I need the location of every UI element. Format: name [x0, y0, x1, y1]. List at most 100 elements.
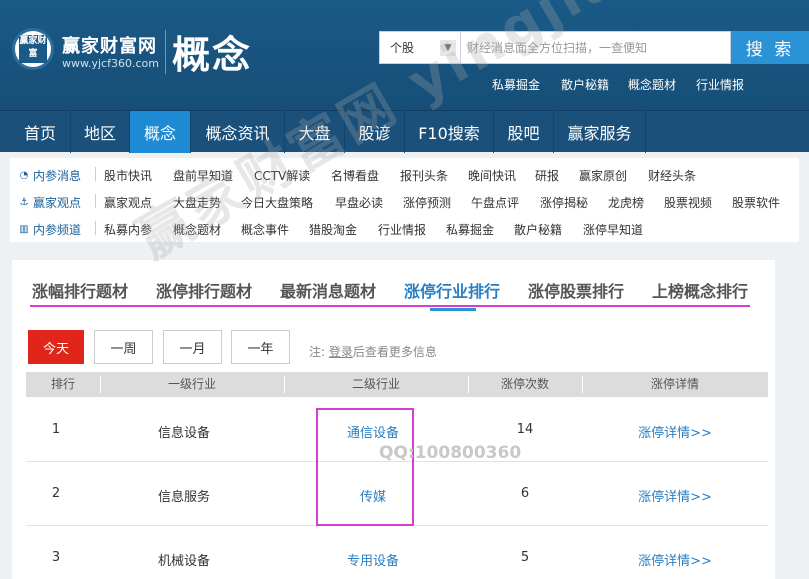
header-link-private-fund[interactable]: 私募掘金 [492, 76, 540, 93]
cell-level2-link[interactable]: 专用设备 [308, 550, 438, 569]
logo-icon[interactable]: 赢家财富 [12, 28, 54, 70]
cell-rank: 2 [51, 486, 61, 501]
nav-item-concept[interactable]: 概念 [130, 111, 191, 153]
subnav-link[interactable]: 涨停预测 [403, 194, 451, 211]
nav-item-stock-forum[interactable]: 股吧 [494, 111, 554, 153]
annotation-box [316, 408, 414, 526]
subnav-link[interactable]: 龙虎榜 [608, 194, 644, 211]
subnav-link[interactable]: 股票视频 [664, 194, 712, 211]
search-type-value: 个股 [390, 41, 415, 55]
logo-badge-text: 赢家财富 [19, 35, 47, 63]
subnav-link[interactable]: 早盘必读 [335, 194, 383, 211]
anchor-icon: ⚓ [19, 196, 29, 208]
nav-item-f10-search[interactable]: F10搜索 [405, 111, 494, 153]
cell-rank: 3 [51, 550, 61, 565]
subnav-link[interactable]: 概念题材 [173, 221, 221, 238]
subnav-link[interactable]: 名博看盘 [331, 167, 379, 184]
subnav-link[interactable]: 私募内参 [104, 221, 152, 238]
section-title: 概念 [172, 33, 253, 77]
subnav-link[interactable]: 赢家观点 [104, 194, 152, 211]
cell-level1: 信息设备 [157, 426, 210, 441]
subnav-link[interactable]: 概念事件 [241, 221, 289, 238]
period-today-button[interactable]: 今天 [28, 330, 84, 364]
col-header-count: 涨停次数 [500, 377, 549, 391]
detail-link[interactable]: 涨停详情>> [582, 550, 768, 569]
divider [95, 167, 96, 181]
subnav-link[interactable]: 涨停揭秘 [540, 194, 588, 211]
logo-name[interactable]: 赢家财富网 [62, 32, 157, 58]
col-header-rank: 排行 [50, 377, 75, 391]
nav-item-proverbs[interactable]: 股谚 [345, 111, 405, 153]
subnav-label[interactable]: ◔ 内参消息 [18, 167, 81, 184]
subnav-label[interactable]: ⚓ 赢家观点 [18, 194, 82, 211]
login-note: 注: 登录后查看更多信息 [309, 345, 437, 359]
subnav-link[interactable]: 股票软件 [732, 194, 780, 211]
subnav-link[interactable]: 盘前早知道 [173, 167, 233, 184]
subnav-link[interactable]: 报刊头条 [400, 167, 448, 184]
period-year-button[interactable]: 一年 [231, 330, 290, 364]
login-link[interactable]: 登录 [329, 345, 353, 359]
search-type-select[interactable]: 个股 ▼ [379, 31, 461, 64]
logo-url: www.yjcf360.com [62, 57, 159, 70]
sub-nav: ◔ 内参消息 股市快讯 盘前早知道 CCTV解读 名博看盘 报刊头条 晚间快讯 研… [10, 158, 799, 242]
subnav-link[interactable]: 散户秘籍 [514, 221, 562, 238]
header-link-concept-topics[interactable]: 概念题材 [628, 76, 676, 93]
subnav-link[interactable]: 涨停早知道 [583, 221, 643, 238]
nav-item-region[interactable]: 地区 [71, 111, 130, 153]
cell-level1: 信息服务 [157, 490, 210, 505]
nav-item-market[interactable]: 大盘 [285, 111, 345, 153]
pie-icon: ◔ [19, 169, 29, 181]
header-link-retail-secrets[interactable]: 散户秘籍 [561, 76, 609, 93]
cell-count: 6 [520, 486, 530, 501]
cell-count: 5 [520, 550, 530, 565]
period-month-button[interactable]: 一月 [163, 330, 222, 364]
detail-link[interactable]: 涨停详情>> [582, 486, 768, 505]
search-input[interactable]: 财经消息面全方位扫描，一查便知 [461, 31, 731, 64]
tab-limit-up-topics[interactable]: 涨停排行题材 [156, 278, 252, 302]
subnav-link[interactable]: 今日大盘策略 [241, 194, 313, 211]
active-tab-indicator [430, 308, 476, 311]
chevron-down-icon[interactable]: ▼ [440, 40, 456, 56]
search-placeholder: 财经消息面全方位扫描，一查便知 [467, 41, 648, 55]
subnav-row-insider-channel: ▥ 内参频道 私募内参 概念题材 概念事件 猎股淘金 行业情报 私募掘金 散户秘籍… [10, 215, 799, 242]
subnav-link[interactable]: 股市快讯 [104, 167, 152, 184]
tab-listed-concepts[interactable]: 上榜概念排行 [652, 278, 748, 302]
subnav-link[interactable]: 私募掘金 [446, 221, 494, 238]
col-header-level2: 二级行业 [351, 377, 400, 391]
divider [95, 221, 96, 235]
table-header: 排行 一级行业 二级行业 涨停次数 涨停详情 [26, 372, 768, 397]
tab-limit-up-industry[interactable]: 涨停行业排行 [404, 278, 500, 302]
subnav-link[interactable]: 猎股淘金 [309, 221, 357, 238]
nav-item-winner-service[interactable]: 赢家服务 [554, 111, 646, 153]
cell-count: 14 [516, 422, 534, 437]
subnav-link[interactable]: 行业情报 [378, 221, 426, 238]
table-row: 3 机械设备 专用设备 5 涨停详情>> [26, 526, 768, 579]
ranking-panel: 涨幅排行题材 涨停排行题材 最新消息题材 涨停行业排行 涨停股票排行 上榜概念排… [12, 260, 775, 579]
subnav-label[interactable]: ▥ 内参频道 [18, 221, 81, 238]
subnav-link[interactable]: 研报 [535, 167, 559, 184]
annotation-underline [30, 305, 750, 307]
nav-item-concept-news[interactable]: 概念资讯 [191, 111, 285, 153]
main-nav: 首页 地区 概念 概念资讯 大盘 股谚 F10搜索 股吧 赢家服务 [0, 110, 809, 153]
search-button[interactable]: 搜 索 [731, 31, 809, 64]
subnav-link[interactable]: 晚间快讯 [468, 167, 516, 184]
subnav-link[interactable]: CCTV解读 [254, 167, 310, 184]
header-link-industry-intel[interactable]: 行业情报 [696, 76, 744, 93]
logo-divider [165, 30, 166, 74]
tab-limit-up-stocks[interactable]: 涨停股票排行 [528, 278, 624, 302]
period-week-button[interactable]: 一周 [94, 330, 153, 364]
tab-latest-news-topics[interactable]: 最新消息题材 [280, 278, 376, 302]
subnav-link[interactable]: 大盘走势 [173, 194, 221, 211]
nav-item-home[interactable]: 首页 [10, 111, 71, 153]
cell-level1: 机械设备 [157, 554, 210, 569]
cell-rank: 1 [51, 422, 61, 437]
subnav-row-winner-views: ⚓ 赢家观点 赢家观点 大盘走势 今日大盘策略 早盘必读 涨停预测 午盘点评 涨停… [10, 188, 799, 215]
subnav-link[interactable]: 赢家原创 [579, 167, 627, 184]
watermark-qq: QQ:100800360 [379, 443, 522, 463]
detail-link[interactable]: 涨停详情>> [582, 422, 768, 441]
col-header-level1: 一级行业 [167, 377, 216, 391]
col-header-detail: 涨停详情 [650, 377, 699, 391]
tab-gain-topics[interactable]: 涨幅排行题材 [32, 278, 128, 302]
subnav-link[interactable]: 午盘点评 [471, 194, 519, 211]
subnav-link[interactable]: 财经头条 [648, 167, 696, 184]
